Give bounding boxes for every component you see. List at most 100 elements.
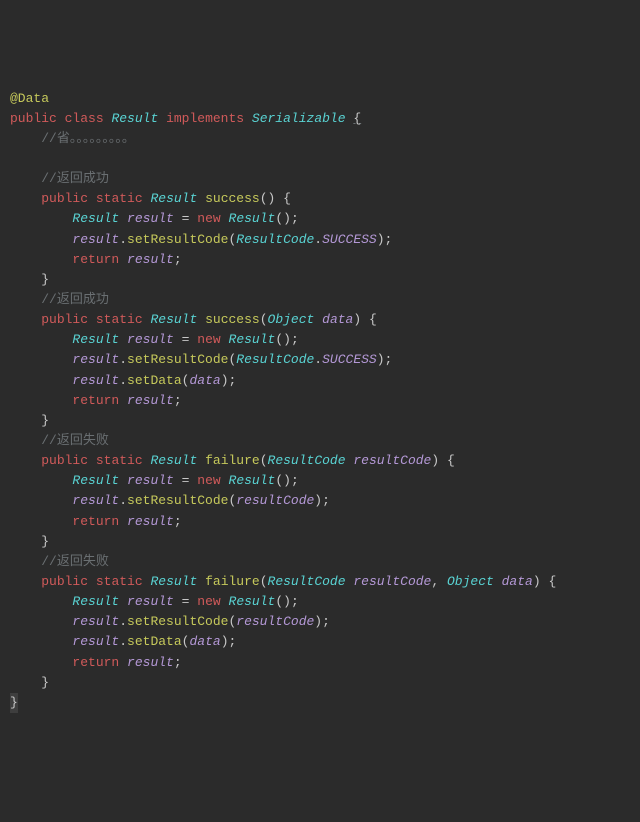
- paren-open: (: [182, 634, 190, 649]
- caret-line: }: [10, 693, 18, 713]
- paren-close: ): [268, 191, 276, 206]
- var-result: result: [127, 594, 174, 609]
- dot: .: [119, 232, 127, 247]
- code-viewer: @Data public class Result implements Ser…: [10, 89, 630, 713]
- method-setResultCode: setResultCode: [127, 232, 228, 247]
- paren-open: (: [260, 453, 268, 468]
- kw-static: static: [96, 574, 143, 589]
- paren-close: ): [431, 453, 439, 468]
- type-result: Result: [150, 453, 197, 468]
- method-setData: setData: [127, 373, 182, 388]
- kw-class: class: [65, 111, 104, 126]
- kw-return: return: [72, 393, 119, 408]
- op-eq: =: [182, 473, 190, 488]
- var-resultCode: resultCode: [236, 614, 314, 629]
- paren-open: (: [260, 574, 268, 589]
- semi: ;: [229, 373, 237, 388]
- comment-success-1: //返回成功: [41, 171, 109, 186]
- param-data: data: [322, 312, 353, 327]
- type-result: Result: [72, 211, 119, 226]
- paren-open: (: [275, 211, 283, 226]
- method-failure: failure: [205, 453, 260, 468]
- dot: .: [314, 232, 322, 247]
- param-data: data: [502, 574, 533, 589]
- brace-close: }: [41, 272, 49, 287]
- op-eq: =: [182, 211, 190, 226]
- param-resultCode: resultCode: [353, 574, 431, 589]
- brace-close: }: [41, 413, 49, 428]
- method-success: success: [205, 312, 260, 327]
- paren-open: (: [275, 332, 283, 347]
- type-result: Result: [229, 473, 276, 488]
- op-eq: =: [182, 332, 190, 347]
- brace-open: {: [447, 453, 455, 468]
- comment-success-2: //返回成功: [41, 292, 109, 307]
- var-result: result: [127, 473, 174, 488]
- paren-open: (: [275, 473, 283, 488]
- semi: ;: [322, 614, 330, 629]
- semi: ;: [385, 352, 393, 367]
- kw-new: new: [197, 473, 220, 488]
- method-setResultCode: setResultCode: [127, 614, 228, 629]
- paren-open: (: [275, 594, 283, 609]
- semi: ;: [291, 211, 299, 226]
- semi: ;: [291, 594, 299, 609]
- semi: ;: [385, 232, 393, 247]
- method-setResultCode: setResultCode: [127, 352, 228, 367]
- semi: ;: [174, 655, 182, 670]
- kw-return: return: [72, 655, 119, 670]
- comment-dots: 。。。。。。。。。: [70, 131, 135, 146]
- annotation-data: @Data: [10, 91, 49, 106]
- type-result: Result: [229, 594, 276, 609]
- semi: ;: [322, 493, 330, 508]
- kw-return: return: [72, 514, 119, 529]
- kw-new: new: [197, 594, 220, 609]
- var-resultCode: resultCode: [236, 493, 314, 508]
- dot: .: [119, 352, 127, 367]
- type-resultcode: ResultCode: [268, 453, 346, 468]
- var-result: result: [72, 614, 119, 629]
- kw-new: new: [197, 332, 220, 347]
- semi: ;: [291, 473, 299, 488]
- paren-close: ): [221, 634, 229, 649]
- method-failure: failure: [205, 574, 260, 589]
- dot: .: [314, 352, 322, 367]
- type-object: Object: [268, 312, 315, 327]
- method-setData: setData: [127, 634, 182, 649]
- type-result: Result: [150, 191, 197, 206]
- type-resultcode: ResultCode: [268, 574, 346, 589]
- brace-open: {: [369, 312, 377, 327]
- type-result: Result: [72, 332, 119, 347]
- dot: .: [119, 634, 127, 649]
- type-result: Result: [72, 594, 119, 609]
- type-resultcode: ResultCode: [236, 352, 314, 367]
- paren-open: (: [260, 191, 268, 206]
- paren-close: ): [353, 312, 361, 327]
- paren-close: ): [314, 614, 322, 629]
- method-setResultCode: setResultCode: [127, 493, 228, 508]
- dot: .: [119, 493, 127, 508]
- method-success: success: [205, 191, 260, 206]
- dot: .: [119, 614, 127, 629]
- paren-close: ): [314, 493, 322, 508]
- const-success: SUCCESS: [322, 232, 377, 247]
- var-result: result: [72, 634, 119, 649]
- type-result: Result: [229, 211, 276, 226]
- var-data: data: [189, 634, 220, 649]
- kw-static: static: [96, 312, 143, 327]
- paren-close: ): [377, 352, 385, 367]
- kw-public: public: [41, 191, 88, 206]
- op-eq: =: [182, 594, 190, 609]
- type-resultcode: ResultCode: [236, 232, 314, 247]
- brace-close: }: [41, 675, 49, 690]
- paren-close: ): [283, 594, 291, 609]
- kw-public: public: [10, 111, 57, 126]
- brace-open: {: [283, 191, 291, 206]
- brace-open: {: [548, 574, 556, 589]
- dot: .: [119, 373, 127, 388]
- var-result: result: [127, 655, 174, 670]
- paren-close: ): [283, 473, 291, 488]
- var-result: result: [72, 232, 119, 247]
- comment-failure-2: //返回失败: [41, 554, 109, 569]
- semi: ;: [174, 252, 182, 267]
